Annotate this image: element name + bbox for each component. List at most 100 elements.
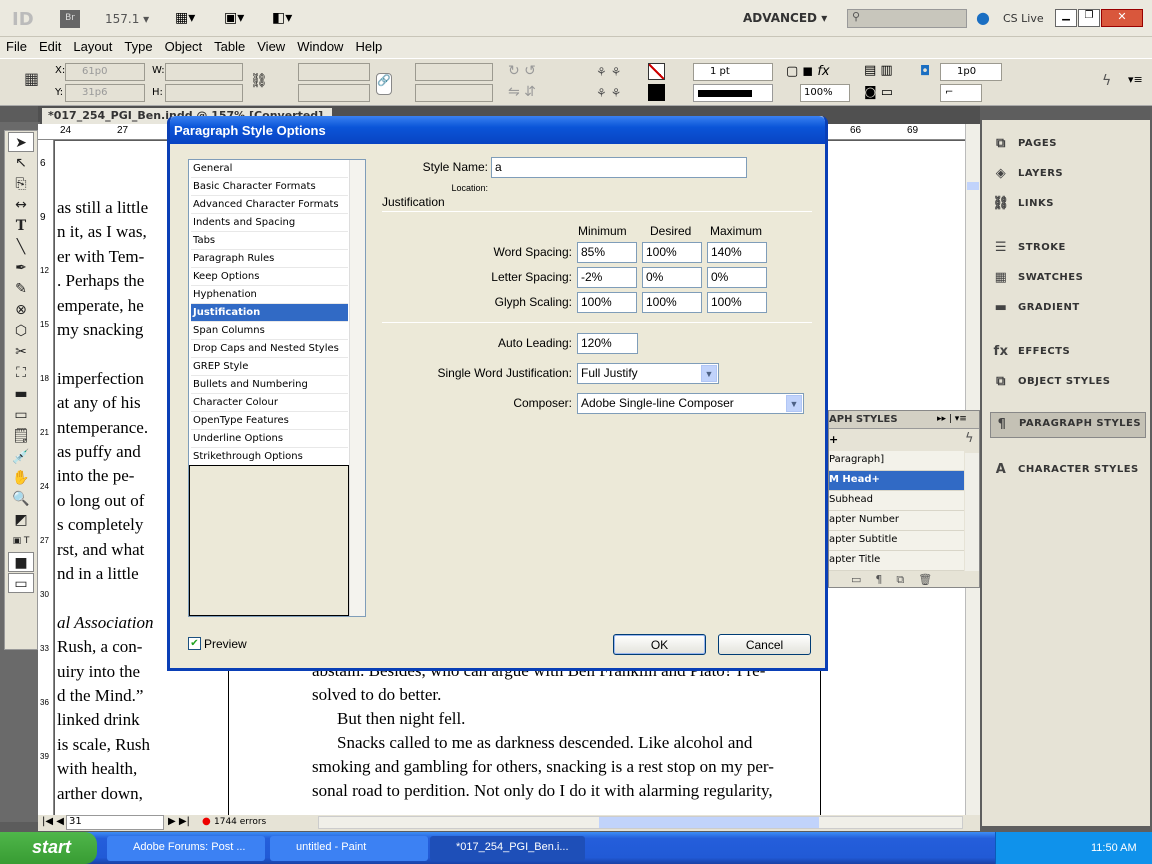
panel-footer-icons[interactable]: ▭¶⧉🗑 <box>851 573 946 587</box>
minimize-button[interactable]: ▁ <box>1055 9 1077 27</box>
menu-help[interactable]: Help <box>349 37 388 54</box>
fill-stroke-icon[interactable]: ◩ <box>8 510 34 530</box>
scale-y-field[interactable] <box>298 84 370 102</box>
cs-live-icon[interactable]: ● <box>976 8 990 27</box>
stroke-weight-field[interactable]: 1 pt <box>693 63 773 81</box>
category-item[interactable]: Span Columns <box>191 322 348 340</box>
preflight-errors[interactable]: 1744 errors <box>214 817 266 827</box>
cs-live-label[interactable]: CS Live <box>1003 12 1044 25</box>
select-content-icon[interactable]: ⚘ ⚘ <box>596 86 621 100</box>
rotate-icon[interactable]: ↻ ↺ <box>508 63 536 79</box>
category-item[interactable]: Advanced Character Formats <box>191 196 348 214</box>
formatting-affects-icon[interactable]: ▣ T <box>8 531 34 551</box>
pencil-tool-icon[interactable]: ✎ <box>8 279 34 299</box>
vertical-ruler[interactable]: 6 9 12 15 18 21 24 27 30 33 36 39 <box>38 140 54 815</box>
screen-mode-tool-icon[interactable]: ▭ <box>8 573 34 593</box>
flip-icon[interactable]: ⇋ ⇵ <box>508 84 536 100</box>
arrange-documents-icon[interactable]: ◧▾ <box>272 10 292 26</box>
reference-point-icon[interactable]: ▦ <box>24 69 39 88</box>
paragraph-style-item[interactable]: apter Title <box>829 551 964 571</box>
panel-character-styles[interactable]: A CHARACTER STYLES <box>990 458 1146 484</box>
select-container-icon[interactable]: ⚘ ⚘ <box>596 65 621 79</box>
category-item[interactable]: OpenType Features <box>191 412 348 430</box>
ok-button[interactable]: OK <box>613 634 706 655</box>
text-wrap-icons[interactable]: ▤ ▥ <box>864 63 893 78</box>
paragraph-style-item[interactable]: apter Number <box>829 511 964 531</box>
menu-type[interactable]: Type <box>118 37 158 54</box>
horizontal-scrollbar[interactable] <box>318 816 963 829</box>
panel-expand-icon[interactable]: ▸▸ | ▾≡ <box>937 414 967 424</box>
polygon-tool-icon[interactable]: ⬡ <box>8 321 34 341</box>
menu-table[interactable]: Table <box>208 37 251 54</box>
type-tool-icon[interactable]: T <box>8 216 34 236</box>
category-item[interactable]: Paragraph Rules <box>191 250 348 268</box>
x-field[interactable]: 61p0 <box>65 63 145 81</box>
taskbar-item-paint[interactable]: untitled - Paint <box>270 836 428 861</box>
eyedropper-tool-icon[interactable]: 💉 <box>8 447 34 467</box>
hand-tool-icon[interactable]: ✋ <box>8 468 34 488</box>
minimum-input[interactable]: -2% <box>577 267 637 288</box>
search-input[interactable]: ⚲ <box>847 9 967 28</box>
category-item[interactable]: General <box>191 160 348 178</box>
gradient-swatch-tool-icon[interactable]: ▬ <box>8 384 34 404</box>
opacity-field[interactable]: 100% <box>800 84 850 102</box>
paragraph-style-item[interactable]: apter Subtitle <box>829 531 964 551</box>
category-item[interactable]: Indents and Spacing <box>191 214 348 232</box>
desired-input[interactable]: 0% <box>642 267 702 288</box>
corner-size-field[interactable]: 1p0 <box>940 63 1002 81</box>
page-number-field[interactable]: 31 <box>66 815 164 830</box>
shear-field[interactable] <box>415 84 493 102</box>
fill-none-swatch[interactable] <box>648 63 665 80</box>
close-button[interactable]: ✕ <box>1101 9 1143 27</box>
screen-mode-icon[interactable]: ▣▾ <box>224 10 244 26</box>
styles-scrollbar[interactable] <box>965 453 979 571</box>
corner-shape-dropdown[interactable]: ⌐ <box>940 84 982 102</box>
start-button[interactable]: start <box>0 832 97 864</box>
category-item[interactable]: Underline Options <box>191 430 348 448</box>
gap-tool-icon[interactable]: ↔ <box>8 195 34 215</box>
stroke-type-dropdown[interactable] <box>693 84 773 102</box>
panel-menu-icon[interactable]: ▾≡ <box>1128 73 1143 86</box>
category-item[interactable]: Strikethrough Options <box>191 448 348 466</box>
menu-edit[interactable]: Edit <box>33 37 67 54</box>
next-page-button[interactable]: ▶ ▶| <box>168 816 190 827</box>
restore-button[interactable]: ❐ <box>1078 9 1100 27</box>
pen-tool-icon[interactable]: ✒ <box>8 258 34 278</box>
rotation-field[interactable] <box>415 63 493 81</box>
paragraph-style-item[interactable]: Subhead <box>829 491 964 511</box>
direct-selection-tool-icon[interactable]: ↖ <box>8 153 34 173</box>
menu-layout[interactable]: Layout <box>67 37 118 54</box>
first-page-button[interactable]: |◀ ◀ <box>42 816 64 827</box>
constrain-proportions-icon[interactable]: ⛓ <box>250 73 268 89</box>
quick-apply-icon[interactable]: ϟ <box>965 431 974 446</box>
scissors-tool-icon[interactable]: ✂ <box>8 342 34 362</box>
category-item[interactable]: Bullets and Numbering <box>191 376 348 394</box>
effects-icons[interactable]: ▢ ◼ fx <box>786 64 830 79</box>
desired-input[interactable]: 100% <box>642 242 702 263</box>
taskbar-item-indesign[interactable]: *017_254_PGI_Ben.i... <box>430 836 585 861</box>
preview-label[interactable]: Preview <box>204 637 247 651</box>
panel-paragraph-styles[interactable]: ¶ PARAGRAPH STYLES <box>990 412 1146 438</box>
panel-stroke[interactable]: ☰ STROKE <box>990 236 1146 262</box>
panel-links[interactable]: ⛓ LINKS <box>990 192 1146 218</box>
auto-leading-input[interactable]: 120% <box>577 333 638 354</box>
workspace-switcher[interactable]: ADVANCED ▾ <box>743 11 827 25</box>
panel-layers[interactable]: ◈ LAYERS <box>990 162 1146 188</box>
height-field[interactable] <box>165 84 243 102</box>
panel-effects[interactable]: fx EFFECTS <box>990 340 1146 366</box>
category-item[interactable]: Hyphenation <box>191 286 348 304</box>
maximum-input[interactable]: 100% <box>707 292 767 313</box>
category-scrollbar[interactable] <box>349 160 365 616</box>
category-item[interactable]: Character Colour <box>191 394 348 412</box>
menu-object[interactable]: Object <box>159 37 209 54</box>
panel-swatches[interactable]: ▦ SWATCHES <box>990 266 1146 292</box>
desired-input[interactable]: 100% <box>642 292 702 313</box>
gradient-feather-tool-icon[interactable]: ▭ <box>8 405 34 425</box>
single-word-justification-select[interactable]: Full Justify ▼ <box>577 363 719 384</box>
scale-x-field[interactable] <box>298 63 370 81</box>
category-item[interactable]: Tabs <box>191 232 348 250</box>
text-wrap-icons-2[interactable]: ◙ ▭ <box>864 85 893 100</box>
note-tool-icon[interactable]: 🗒 <box>8 426 34 446</box>
maximum-input[interactable]: 140% <box>707 242 767 263</box>
panel-gradient[interactable]: ▬ GRADIENT <box>990 296 1146 322</box>
